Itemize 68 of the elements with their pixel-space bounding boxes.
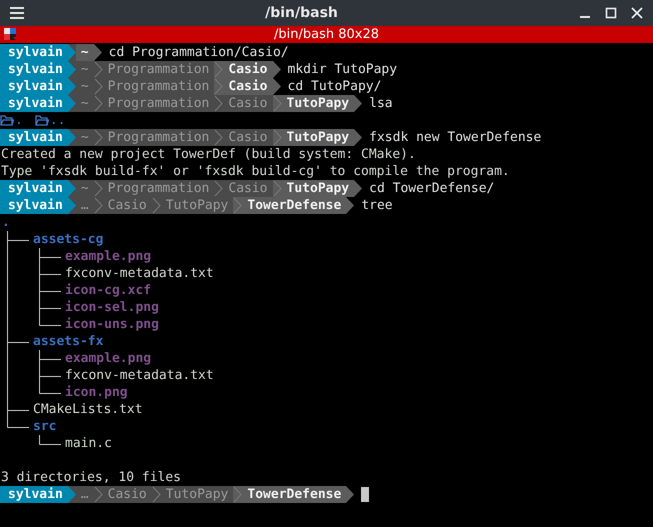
tree-entry: main.c (65, 435, 112, 452)
path-segment: Programmation (102, 61, 214, 78)
tree-entry: fxconv-metadata.txt (65, 265, 214, 282)
tree-entry: example.png (65, 350, 152, 367)
tree-connector (39, 435, 61, 445)
path-segment: TutoPapy (160, 197, 234, 214)
tree-entry: assets-fx (33, 333, 104, 350)
output-line: 3 directories, 10 files (0, 469, 182, 486)
output-line: Created a new project TowerDef (build system: CMake). (0, 146, 417, 163)
tree-entry: fxconv-metadata.txt (65, 367, 214, 384)
separator-arrow-icon (272, 61, 281, 78)
tree-connector (39, 248, 61, 265)
chevron-icon (233, 486, 242, 503)
command-text: mkdir TutoPapy (286, 61, 398, 78)
tree-entry: assets-cg (33, 231, 104, 248)
command-text: lsa (368, 95, 393, 112)
tab-title[interactable]: /bin/bash 80x28 (18, 27, 635, 42)
tree-entry: example.png (65, 248, 152, 265)
path-segment: TutoPapy (160, 486, 234, 503)
path-segment: Casio (223, 129, 273, 146)
command-text: cd TowerDefense/ (368, 180, 494, 197)
tree-entry: src (33, 418, 56, 435)
tree-root: . (2, 214, 10, 231)
separator-arrow-icon (346, 486, 354, 503)
path-segment: Programmation (102, 78, 214, 95)
path-segment: … (76, 486, 94, 503)
path-segment: Casio (223, 95, 273, 112)
tree-entry: icon-uns.png (65, 316, 159, 333)
tree-entry: CMakeLists.txt (33, 401, 143, 418)
chevron-icon (233, 197, 242, 214)
path-segment: … (76, 197, 94, 214)
maximize-icon[interactable] (605, 7, 617, 19)
folder-icon (34, 115, 49, 126)
path-segment: Programmation (102, 95, 214, 112)
terminal-menu-icon[interactable] (4, 28, 18, 41)
separator-arrow-icon (94, 44, 102, 61)
path-segment: ~ (76, 78, 94, 95)
path-segment: ~ (76, 180, 94, 197)
tree-connector (39, 265, 61, 282)
command-text: tree (360, 197, 393, 214)
path-segment: ~ (76, 61, 94, 78)
directory-name: .. (50, 112, 66, 129)
tree-entry: icon.png (65, 384, 128, 401)
tree-connector (39, 282, 61, 299)
tree-connector (39, 350, 61, 367)
path-segment: Programmation (102, 180, 214, 197)
menu-icon[interactable] (10, 7, 24, 19)
separator-arrow-icon (354, 180, 362, 197)
path-segment: Casio (102, 197, 152, 214)
path-segment: ~ (76, 95, 94, 112)
path-segment: Programmation (102, 129, 214, 146)
command-text: fxsdk new TowerDefense (368, 129, 542, 146)
separator-arrow-icon (272, 78, 281, 95)
separator-arrow-icon (354, 95, 362, 112)
separator-arrow-icon (346, 197, 354, 214)
close-icon[interactable] (631, 7, 643, 19)
window-title: /bin/bash (264, 5, 339, 21)
output-line: Type 'fxsdk build-fx' or 'fxsdk build-cg' to compile the program. (0, 163, 511, 180)
tree-entry: icon-cg.xcf (65, 282, 152, 299)
command-text: cd Programmation/Casio/ (108, 44, 289, 61)
directory-name: . (15, 112, 23, 129)
tree-entry: icon-sel.png (65, 299, 159, 316)
separator-arrow-icon (354, 129, 362, 146)
path-segment: ~ (76, 129, 94, 146)
command-text: cd TutoPapy/ (286, 78, 382, 95)
folder-icon (0, 115, 14, 126)
path-segment: Casio (102, 486, 152, 503)
path-segment: Casio (223, 180, 273, 197)
